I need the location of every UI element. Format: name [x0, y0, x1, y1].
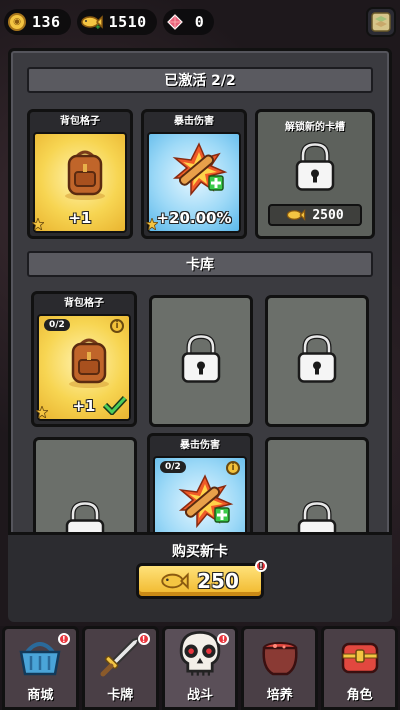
unlock-slot-card[interactable]: 解锁新的卡槽 2500	[255, 109, 375, 239]
backpack-icon	[69, 338, 109, 388]
buy-card-area: 购买新卡 250 !	[8, 532, 392, 622]
buy-card-label: 购买新卡	[172, 544, 228, 560]
fish-icon: +	[80, 15, 103, 31]
library-slot-locked[interactable]	[265, 295, 369, 427]
nav-label: 角色	[346, 688, 373, 703]
nav-label: 卡牌	[107, 688, 134, 703]
map-icon	[371, 12, 391, 32]
notification-dot: !	[137, 633, 150, 645]
nav-battle[interactable]: ! 战斗	[161, 626, 239, 710]
gem-icon	[166, 14, 183, 30]
active-section-title: 已激活 2/2	[164, 73, 236, 89]
card-count-badge: 0/2	[44, 319, 70, 331]
unlock-price: 2500	[312, 207, 344, 223]
notification-dot: !	[57, 633, 70, 645]
backpack-icon	[65, 150, 105, 200]
checkmark-icon	[103, 395, 127, 415]
card-title: 暴击伤害	[174, 116, 214, 127]
nav-shop[interactable]: ! 商城	[2, 626, 79, 710]
bottom-nav: ! 商城 ! 卡牌 ! 战斗 培养 角色	[0, 626, 400, 710]
cauldron-icon	[262, 642, 298, 676]
fish-amount: 1510	[108, 13, 147, 31]
card-title: 背包格子	[64, 298, 104, 309]
gem-amount: 0	[194, 13, 205, 31]
chest-icon	[341, 642, 378, 674]
card-face: +20.00%	[147, 132, 241, 233]
nav-label: 战斗	[186, 688, 213, 703]
coin-counter: ◉ 136	[4, 9, 71, 35]
card-face: +1	[33, 132, 127, 233]
card-title: 暴击伤害	[180, 440, 220, 451]
unlock-price-button[interactable]: 2500	[268, 204, 362, 226]
active-card-backpack[interactable]: 背包格子 +1	[27, 109, 133, 239]
fish-icon	[287, 209, 306, 221]
nav-character[interactable]: 角色	[321, 626, 398, 710]
fish-icon	[161, 572, 189, 590]
coin-amount: 136	[32, 13, 61, 31]
star-icon	[36, 406, 48, 418]
gem-counter: 0	[162, 9, 215, 35]
library-section-header: 卡库	[27, 251, 373, 277]
bat-icon	[178, 474, 234, 529]
lock-icon	[297, 333, 337, 383]
fish-counter: + 1510	[76, 9, 157, 35]
info-icon[interactable]: i	[110, 319, 124, 333]
card-title: 背包格子	[60, 116, 100, 127]
card-value: +20.00%	[156, 209, 232, 227]
nav-cards[interactable]: ! 卡牌	[81, 626, 159, 710]
nav-label: 培养	[266, 688, 293, 703]
bat-icon	[172, 142, 228, 197]
coin-icon: ◉	[8, 13, 26, 31]
nav-cultivate[interactable]: 培养	[241, 626, 319, 710]
notification-dot: !	[217, 633, 230, 645]
active-section-header: 已激活 2/2	[27, 67, 373, 93]
lock-icon	[181, 333, 221, 383]
buy-card-price: 250	[197, 569, 239, 593]
library-section-title: 卡库	[186, 257, 214, 273]
nav-label: 商城	[27, 688, 54, 703]
star-icon	[32, 218, 44, 230]
card-value: +1	[68, 209, 92, 227]
resource-bar: ◉ 136 + 1510 0	[4, 6, 396, 38]
svg-text:+: +	[95, 23, 101, 29]
sword-icon	[100, 636, 141, 677]
buy-card-button[interactable]: 250 !	[136, 560, 267, 599]
library-slot-locked[interactable]	[149, 295, 253, 427]
card-face: 0/2 i +1	[37, 314, 131, 421]
library-card-backpack[interactable]: 背包格子 0/2 i +1	[31, 291, 137, 427]
lock-icon	[295, 142, 335, 191]
basket-icon	[19, 642, 61, 676]
unlock-title: 解锁新的卡槽	[285, 122, 345, 133]
star-icon	[146, 218, 158, 230]
active-card-crit[interactable]: 暴击伤害 +20.00%	[141, 109, 247, 239]
map-button[interactable]	[366, 7, 396, 37]
notification-dot: !	[255, 560, 267, 572]
